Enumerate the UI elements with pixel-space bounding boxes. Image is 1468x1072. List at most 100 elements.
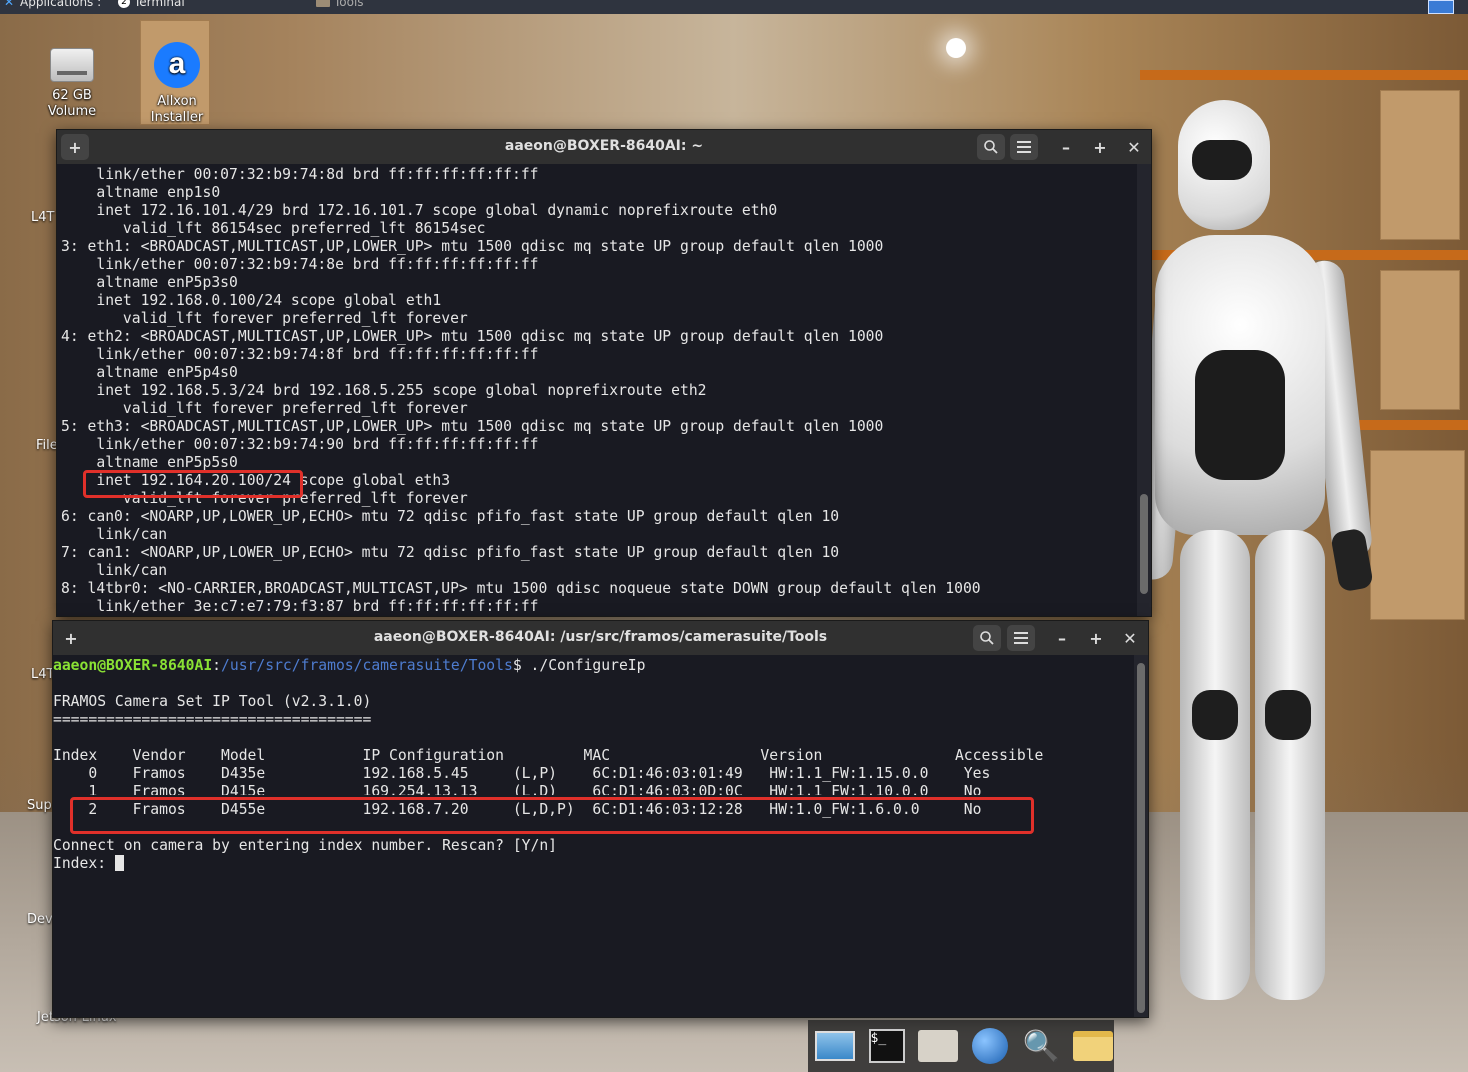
tool-title-underline: ==================================== <box>53 711 372 728</box>
wallpaper-shelf <box>1140 70 1468 80</box>
taskbar-terminal[interactable]: 2 Terminal <box>118 0 185 9</box>
terminal-output-line: 3: eth1: <BROADCAST,MULTICAST,UP,LOWER_U… <box>61 238 884 255</box>
dock-files[interactable] <box>1072 1025 1114 1067</box>
close-button[interactable]: ✕ <box>1116 625 1144 651</box>
robot-figure <box>1265 690 1311 740</box>
desktop-icon-label: Volume <box>47 104 97 119</box>
terminal-output-line: inet 172.16.101.4/29 brd 172.16.101.7 sc… <box>61 202 778 219</box>
terminal-output[interactable]: aaeon@BOXER-8640AI:/usr/src/framos/camer… <box>53 655 1134 1017</box>
terminal-output-line: link/ether 00:07:32:b9:74:90 brd ff:ff:f… <box>61 436 539 453</box>
applications-menu[interactable]: ✕ Applications : <box>4 0 101 9</box>
close-icon: ✕ <box>1127 137 1141 157</box>
desktop-clipped-label[interactable]: Dev <box>27 912 53 927</box>
terminal-output-line: link/ether 00:07:32:b9:74:8d brd ff:ff:f… <box>61 166 539 183</box>
dock-home-folder[interactable] <box>917 1025 959 1067</box>
terminal-output-line: inet 192.168.5.3/24 brd 192.168.5.255 sc… <box>61 382 707 399</box>
terminal-output-line: link/can <box>61 562 168 579</box>
desktop-icon-volume[interactable]: 62 GB Volume <box>22 48 122 120</box>
applications-label: Applications : <box>20 0 102 9</box>
folder-icon <box>1073 1031 1114 1061</box>
prompt-command: $ ./ConfigureIp <box>512 657 646 674</box>
scrollbar[interactable] <box>1137 164 1151 616</box>
robot-figure <box>1192 690 1238 740</box>
minimize-button[interactable]: – <box>1052 134 1080 160</box>
dock-app-finder[interactable]: 🔍 <box>1021 1025 1063 1067</box>
terminal-output-line: 7: can1: <NOARP,UP,LOWER_UP,ECHO> mtu 72… <box>61 544 840 561</box>
camera-table-row: 0 Framos D435e 192.168.5.45 (L,P) 6C:D1:… <box>53 765 991 782</box>
desktop-clipped-label[interactable]: L4T <box>31 667 54 682</box>
show-desktop-button[interactable] <box>1428 0 1454 14</box>
desktop-clipped-label[interactable]: File <box>36 438 58 453</box>
rescan-question: Connect on camera by entering index numb… <box>53 837 558 854</box>
wallpaper-box <box>1370 450 1465 620</box>
search-button[interactable] <box>977 134 1005 160</box>
terminal-output-line: altname enP5p4s0 <box>61 364 238 381</box>
scrollbar[interactable] <box>1134 655 1148 1017</box>
close-button[interactable]: ✕ <box>1120 134 1148 160</box>
terminal-output-line: 6: can0: <NOARP,UP,LOWER_UP,ECHO> mtu 72… <box>61 508 840 525</box>
wallpaper-box <box>1380 90 1460 240</box>
maximize-button[interactable]: + <box>1086 134 1114 160</box>
desktop-clipped-label[interactable]: L4T <box>31 210 54 225</box>
taskbar-tools[interactable]: Tools <box>316 0 364 9</box>
new-tab-button[interactable]: + <box>57 625 85 651</box>
terminal-output-line: valid_lft 86154sec preferred_lft 86154se… <box>61 220 486 237</box>
camera-table-row: 1 Framos D415e 169.254.13.13 (L,D) 6C:D1… <box>53 783 982 795</box>
ceiling-light <box>946 38 966 58</box>
dock-web-browser[interactable] <box>969 1025 1011 1067</box>
robot-figure <box>1180 530 1250 1000</box>
highlight-camera-row-2 <box>70 797 1034 834</box>
taskbar-tools-label: Tools <box>334 0 364 9</box>
minimize-icon: – <box>1058 628 1066 648</box>
scrollbar-thumb[interactable] <box>1140 494 1148 594</box>
new-tab-button[interactable]: + <box>61 134 89 160</box>
highlight-ip-eth3 <box>83 470 303 498</box>
maximize-button[interactable]: + <box>1082 625 1110 651</box>
minimize-button[interactable]: – <box>1048 625 1076 651</box>
terminal-window-tools[interactable]: + aaeon@BOXER-8640AI: /usr/src/framos/ca… <box>52 620 1149 1018</box>
desktop-icon <box>814 1031 855 1061</box>
terminal-window-home[interactable]: + aaeon@BOXER-8640AI: ~ – + ✕ link/ether… <box>56 129 1152 617</box>
terminal-output-line: link/can <box>61 526 168 543</box>
camera-table-header: Index Vendor Model IP Configuration MAC … <box>53 747 1044 764</box>
maximize-icon: + <box>1089 628 1103 648</box>
prompt-path: /usr/src/framos/camerasuite/Tools <box>221 657 513 674</box>
prompt-user: aaeon@BOXER-8640AI <box>53 657 213 674</box>
terminal-titlebar[interactable]: + aaeon@BOXER-8640AI: /usr/src/framos/ca… <box>53 621 1148 655</box>
search-icon <box>984 140 998 154</box>
minimize-icon: – <box>1062 137 1070 157</box>
index-input-line[interactable]: Index: <box>53 855 124 873</box>
hamburger-icon <box>1014 632 1028 644</box>
terminal-output-line: link/ether 3e:c7:e7:79:f3:87 brd ff:ff:f… <box>61 598 539 615</box>
desktop-icon-label: Allxon <box>157 94 197 109</box>
desktop-icon-label: 62 GB <box>52 88 92 103</box>
allxon-icon: a <box>154 42 200 88</box>
close-icon: ✕ <box>1123 628 1137 648</box>
prompt-separator: : <box>212 657 222 674</box>
terminal-titlebar[interactable]: + aaeon@BOXER-8640AI: ~ – + ✕ <box>57 130 1151 164</box>
terminal-output-line: altname enP5p3s0 <box>61 274 238 291</box>
robot-figure <box>1195 350 1285 480</box>
workspace-badge: 2 <box>118 0 130 8</box>
text-cursor <box>114 855 124 871</box>
taskbar-terminal-label: Terminal <box>134 0 185 9</box>
menu-button[interactable] <box>1010 134 1038 160</box>
desktop-icon-allxon[interactable]: a Allxon Installer <box>127 42 227 126</box>
xfce-logo-icon: ✕ <box>4 0 15 9</box>
desktop-clipped-label[interactable]: Sup <box>27 798 52 813</box>
terminal-output-line: 4: eth2: <BROADCAST,MULTICAST,UP,LOWER_U… <box>61 328 884 345</box>
tool-title: FRAMOS Camera Set IP Tool (v2.3.1.0) <box>53 693 372 710</box>
desktop-icon-label: Installer <box>150 110 204 125</box>
dock-show-desktop[interactable] <box>814 1025 856 1067</box>
dock-terminal[interactable]: $_ <box>866 1025 908 1067</box>
menu-button[interactable] <box>1007 625 1035 651</box>
hamburger-icon <box>1017 141 1031 153</box>
terminal-output[interactable]: link/ether 00:07:32:b9:74:8d brd ff:ff:f… <box>57 164 1137 616</box>
terminal-output-line: link/ether 00:07:32:b9:74:8e brd ff:ff:f… <box>61 256 539 273</box>
home-folder-icon <box>918 1030 959 1062</box>
folder-icon <box>316 0 330 7</box>
scrollbar-thumb[interactable] <box>1137 663 1145 1013</box>
magnifier-icon: 🔍 <box>1022 1028 1061 1064</box>
search-button[interactable] <box>973 625 1001 651</box>
terminal-output-line: altname enp1s0 <box>61 184 221 201</box>
